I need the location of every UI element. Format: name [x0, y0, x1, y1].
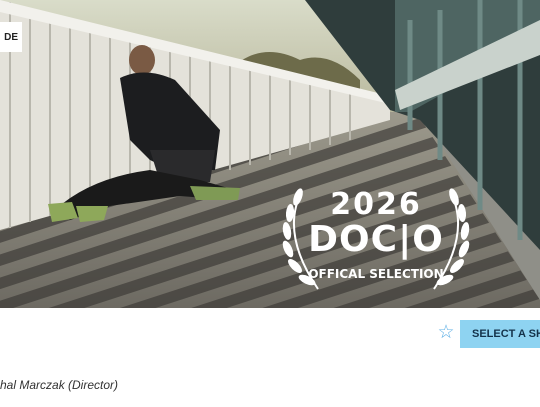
film-still: DE 2026 DOC|O OFFICAL SELECTION [0, 0, 540, 308]
category-tag-label: DE [4, 31, 18, 43]
director-credit: hal Marczak (Director) [0, 378, 119, 392]
star-outline-icon[interactable]: ☆ [436, 323, 456, 343]
laurel-selection: OFFICAL SELECTION [308, 267, 444, 281]
laurel-festival-name: DOC|O [308, 219, 444, 260]
select-a-show-button[interactable]: SELECT A SHO [460, 320, 540, 348]
laurel-year: 2026 [330, 187, 422, 222]
category-tag: DE [0, 22, 22, 52]
festival-laurel: 2026 DOC|O OFFICAL SELECTION [278, 183, 474, 295]
